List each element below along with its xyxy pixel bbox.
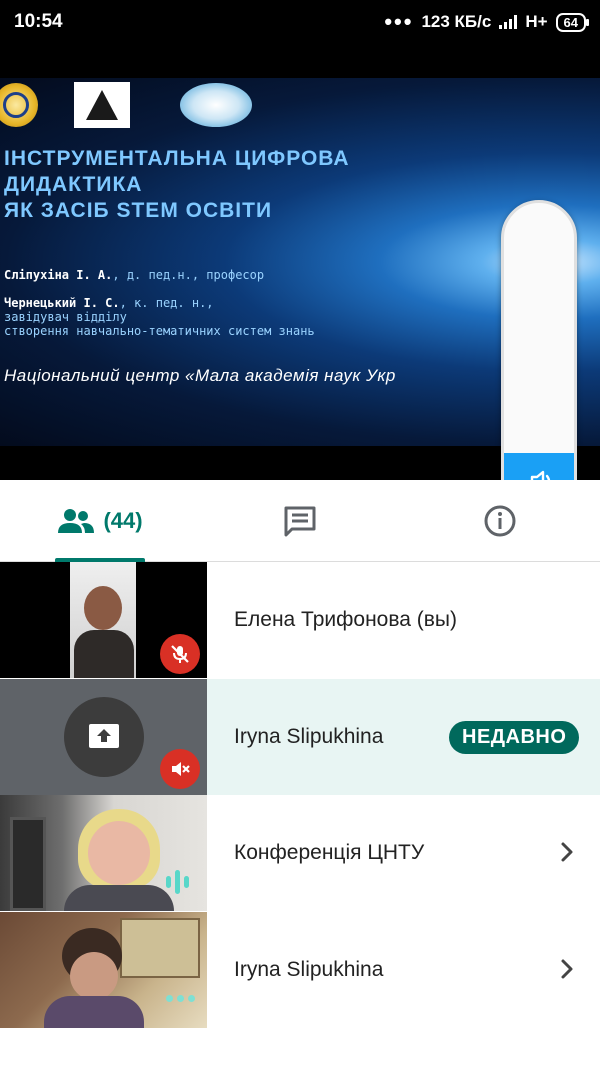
participant-name: Елена Трифонова (вы) xyxy=(234,608,458,631)
present-screen-icon xyxy=(89,723,119,748)
participant-video xyxy=(0,795,207,911)
participant-name: Конференція ЦНТУ xyxy=(234,841,425,864)
tab-info[interactable] xyxy=(480,480,520,562)
academy-logo xyxy=(74,82,130,128)
chat-icon xyxy=(284,506,316,537)
participant-video xyxy=(0,911,207,1028)
slide-author-1: Сліпухіна І. А., д. пед.н., професор xyxy=(4,268,264,282)
author-role: завідувач відділу xyxy=(4,310,127,324)
person-head xyxy=(84,586,122,630)
signal-icon xyxy=(499,15,518,29)
network-type: H+ xyxy=(525,12,548,31)
participant-list: Елена Трифонова (вы) Iryna Slipukhina НЕ… xyxy=(0,562,600,1028)
participant-name: Iryna Slipukhina xyxy=(234,724,384,748)
author-name: Сліпухіна І. А. xyxy=(4,268,113,282)
slide-title: ІНСТРУМЕНТАЛЬНА ЦИФРОВА ДИДАКТИКА ЯК ЗАС… xyxy=(4,146,350,224)
person-head xyxy=(70,951,118,1000)
participant-name: Iryna Slipukhina xyxy=(234,957,384,981)
people-icon xyxy=(58,509,95,533)
mic-muted-indicator xyxy=(160,634,200,674)
recent-badge: НЕДАВНО xyxy=(449,720,580,754)
mic-off-icon xyxy=(171,645,189,663)
participant-video xyxy=(0,562,207,678)
speaking-indicator xyxy=(166,869,189,895)
chevron-right-icon[interactable] xyxy=(557,957,577,981)
person-body xyxy=(44,995,144,1028)
person-body xyxy=(64,885,174,911)
background-door xyxy=(10,817,46,911)
author-role: , к. пед. н., xyxy=(119,296,214,310)
background-map xyxy=(120,917,200,978)
participant-row[interactable]: Iryna Slipukhina НЕДАВНО xyxy=(0,678,600,795)
status-time: 10:54 xyxy=(14,11,63,32)
participant-row[interactable]: Елена Трифонова (вы) xyxy=(0,562,600,679)
author-name: Чернецький І. С. xyxy=(4,296,120,310)
slide-title-line: ЯК ЗАСІБ STEM ОСВІТИ xyxy=(4,199,273,222)
info-icon xyxy=(484,505,516,537)
video-frame xyxy=(70,562,136,678)
presenting-indicator xyxy=(64,696,144,777)
slide-author-2: Чернецький І. С., к. пед. н., завідувач … xyxy=(4,296,315,338)
speaker-off-icon xyxy=(172,761,190,776)
call-tabs: (44) xyxy=(0,480,600,562)
author-role: , д. пед.н., професор xyxy=(112,268,265,282)
slide-logos xyxy=(0,82,252,128)
emblem-logo xyxy=(0,83,38,127)
people-count: (44) xyxy=(103,508,143,533)
slide-title-line: ДИДАКТИКА xyxy=(4,173,143,196)
volume-slider[interactable] xyxy=(501,200,577,518)
university-logo xyxy=(180,83,252,127)
person-head xyxy=(88,821,150,885)
slide-title-line: ІНСТРУМЕНТАЛЬНА ЦИФРОВА xyxy=(4,147,350,170)
participant-video xyxy=(0,678,207,795)
chevron-right-icon[interactable] xyxy=(557,840,577,864)
tab-people[interactable]: (44) xyxy=(55,480,145,562)
slide-institution: Національний центр «Мала академія наук У… xyxy=(4,366,396,385)
author-role: створення навчально-тематичних систем зн… xyxy=(4,324,315,338)
tab-chat[interactable] xyxy=(280,480,320,562)
participant-row[interactable]: Iryna Slipukhina xyxy=(0,911,600,1028)
battery-level: 64 xyxy=(563,14,578,30)
participant-row[interactable]: Конференція ЦНТУ xyxy=(0,795,600,912)
status-bar: 10:54 ••• 123 КБ/с H+ 64 xyxy=(0,0,600,44)
more-options-indicator xyxy=(166,994,195,1002)
network-speed: 123 КБ/с xyxy=(421,12,492,31)
more-notifications-icon: ••• xyxy=(384,9,414,34)
battery-icon: 64 xyxy=(555,12,590,32)
audio-muted-indicator xyxy=(160,748,200,789)
person-body xyxy=(74,630,134,678)
